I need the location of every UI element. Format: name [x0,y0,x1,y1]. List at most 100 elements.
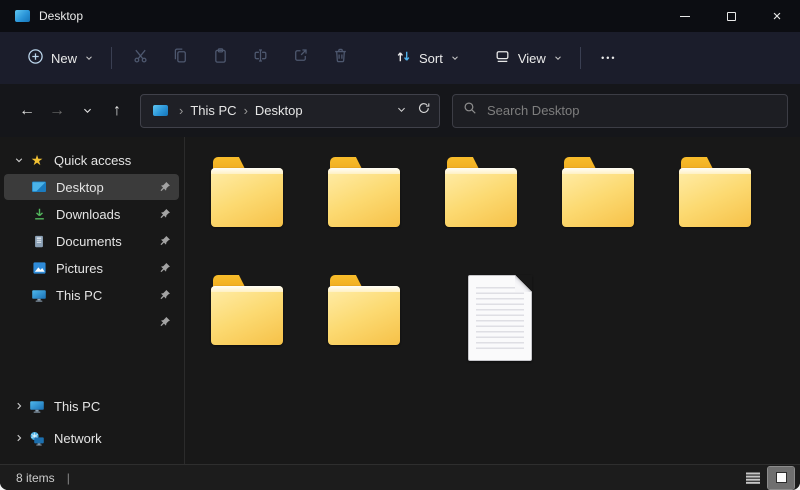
sidebar-item-label: Documents [56,234,122,249]
minimize-button[interactable] [662,0,708,32]
files-pane[interactable] [185,137,800,464]
chevron-down-icon [450,53,460,63]
navigation-pane: ★ Quick access Desktop Downloads [0,137,185,464]
folder-icon[interactable] [444,157,519,229]
refresh-icon[interactable] [417,101,431,120]
close-button[interactable]: × [754,0,800,32]
folder-icon[interactable] [210,157,285,229]
forward-button[interactable]: → [42,96,72,126]
desktop-location-icon [153,105,168,116]
navigation-bar: ← → ↑ › This PC › Desktop [0,84,800,137]
share-button[interactable] [280,41,320,75]
clipboard-icon [212,47,229,69]
file-grid-cell [678,157,795,275]
folder-icon[interactable] [210,275,285,347]
monitor-icon [28,399,46,414]
sidebar-item-label: Quick access [54,153,131,168]
network-icon [28,431,46,446]
toolbar-divider [580,47,581,69]
sidebar-item-this-pc-pinned[interactable]: This PC [4,282,179,308]
pin-icon [159,235,171,247]
items-count: 8 items [16,471,55,485]
search-icon [463,101,477,120]
picture-icon [30,261,48,275]
sidebar-item-label: This PC [56,288,102,303]
sidebar-item-network[interactable]: Network [4,425,179,451]
search-box[interactable] [452,94,788,128]
download-icon [30,207,48,222]
delete-button[interactable] [320,41,360,75]
rename-icon [252,47,269,69]
view-button-label: View [518,51,546,66]
share-icon [292,47,309,69]
details-view-button[interactable] [740,467,766,489]
paste-button[interactable] [200,41,240,75]
folder-icon[interactable] [327,275,402,347]
rename-button[interactable] [240,41,280,75]
search-input[interactable] [487,103,777,118]
star-icon: ★ [28,152,46,169]
large-icons-view-button[interactable] [768,467,794,489]
new-button-label: New [51,51,77,66]
chevron-down-icon [84,53,94,63]
address-bar[interactable]: › This PC › Desktop [140,94,440,128]
sort-icon [395,48,412,68]
breadcrumb-desktop[interactable]: Desktop [255,103,303,118]
pin-icon [159,316,171,328]
breadcrumb-separator: › [172,103,190,118]
toolbar-divider [111,47,112,69]
sidebar-item-pinned-empty[interactable] [4,309,179,335]
text-document-icon[interactable] [468,275,532,361]
window-title: Desktop [39,9,83,23]
document-icon [30,234,48,249]
chevron-right-icon[interactable] [10,433,28,443]
sort-button[interactable]: Sort [386,41,469,75]
copy-button[interactable] [160,41,200,75]
recent-locations-button[interactable] [72,96,102,126]
back-button[interactable]: ← [12,96,42,126]
sidebar-item-label: This PC [54,399,100,414]
address-dropdown-chevron-icon[interactable] [396,102,407,120]
large-icons-view-icon [776,472,787,483]
sidebar-item-label: Network [54,431,102,446]
cut-button[interactable] [120,41,160,75]
sidebar-item-documents[interactable]: Documents [4,228,179,254]
sidebar-item-label: Pictures [56,261,103,276]
command-toolbar: New [0,32,800,84]
sort-button-label: Sort [419,51,443,66]
files-grid [210,157,800,393]
chevron-right-icon[interactable] [10,401,28,411]
desktop-icon [30,180,48,194]
folder-icon[interactable] [561,157,636,229]
chevron-down-icon[interactable] [10,155,28,165]
file-grid-cell [210,157,327,275]
pin-icon [159,181,171,193]
view-layout-icon [494,48,511,68]
more-options-button[interactable]: ••• [589,41,629,75]
sidebar-item-pictures[interactable]: Pictures [4,255,179,281]
view-button[interactable]: View [485,41,572,75]
file-grid-cell [327,275,444,393]
chevron-down-icon [553,53,563,63]
file-explorer-window: Desktop × New [0,0,800,490]
sidebar-item-label: Desktop [56,180,104,195]
up-button[interactable]: ↑ [102,96,132,126]
file-grid-cell [444,275,561,393]
sidebar-item-downloads[interactable]: Downloads [4,201,179,227]
sidebar-item-this-pc[interactable]: This PC [4,393,179,419]
pin-icon [159,289,171,301]
folder-icon[interactable] [678,157,753,229]
sidebar-item-quick-access[interactable]: ★ Quick access [4,147,179,173]
file-grid-cell [561,157,678,275]
new-button[interactable]: New [18,41,103,75]
pin-icon [159,208,171,220]
close-icon: × [773,9,782,24]
sidebar-item-desktop[interactable]: Desktop [4,174,179,200]
desktop-icon [15,10,30,22]
breadcrumb-separator: › [237,103,255,118]
breadcrumb-this-pc[interactable]: This PC [190,103,236,118]
monitor-icon [30,288,48,303]
trash-icon [332,47,349,69]
maximize-button[interactable] [708,0,754,32]
folder-icon[interactable] [327,157,402,229]
